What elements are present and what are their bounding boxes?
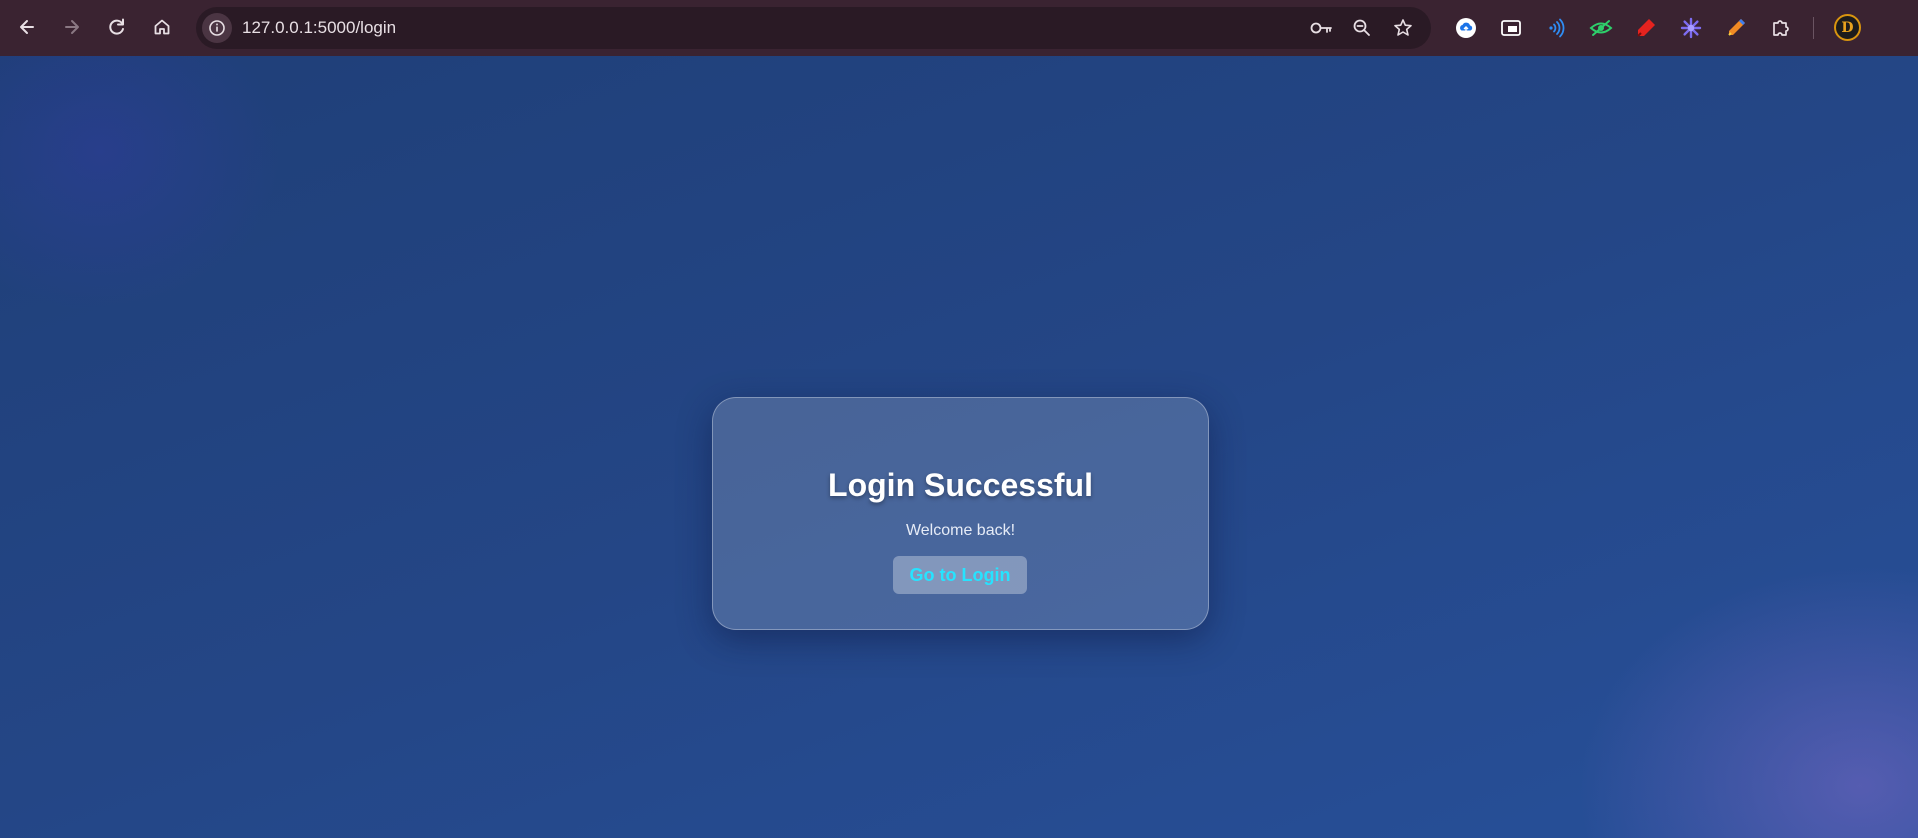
wifi-signal-icon[interactable] — [1542, 14, 1570, 42]
url-text[interactable]: 127.0.0.1:5000/login — [242, 7, 396, 49]
color-pen-icon[interactable] — [1722, 14, 1750, 42]
site-info-icon[interactable] — [202, 13, 232, 43]
cloud-upload-icon[interactable] — [1452, 14, 1480, 42]
home-icon[interactable] — [145, 10, 179, 44]
address-bar[interactable]: 127.0.0.1:5000/login — [196, 7, 1431, 49]
login-success-card: Login Successful Welcome back! Go to Log… — [712, 397, 1209, 630]
eye-icon[interactable] — [1587, 14, 1615, 42]
toolbar-divider — [1813, 17, 1814, 39]
forward-arrow-icon[interactable] — [55, 10, 89, 44]
page-title: Login Successful — [828, 467, 1093, 503]
picture-in-picture-icon[interactable] — [1497, 14, 1525, 42]
back-arrow-icon[interactable] — [10, 10, 44, 44]
browser-toolbar: 127.0.0.1:5000/login D — [0, 0, 1918, 56]
bookmark-star-icon[interactable] — [1390, 15, 1416, 41]
sparkle-flower-icon[interactable] — [1677, 14, 1705, 42]
puzzle-extensions-icon[interactable] — [1767, 14, 1795, 42]
go-to-login-button[interactable]: Go to Login — [893, 556, 1027, 594]
reload-icon[interactable] — [100, 10, 134, 44]
marker-pen-icon[interactable] — [1632, 14, 1660, 42]
password-key-icon[interactable] — [1309, 15, 1335, 41]
profile-avatar[interactable]: D — [1834, 14, 1861, 41]
page-background: Login Successful Welcome back! Go to Log… — [0, 56, 1918, 838]
welcome-message: Welcome back! — [905, 522, 1016, 539]
zoom-out-icon[interactable] — [1349, 15, 1375, 41]
